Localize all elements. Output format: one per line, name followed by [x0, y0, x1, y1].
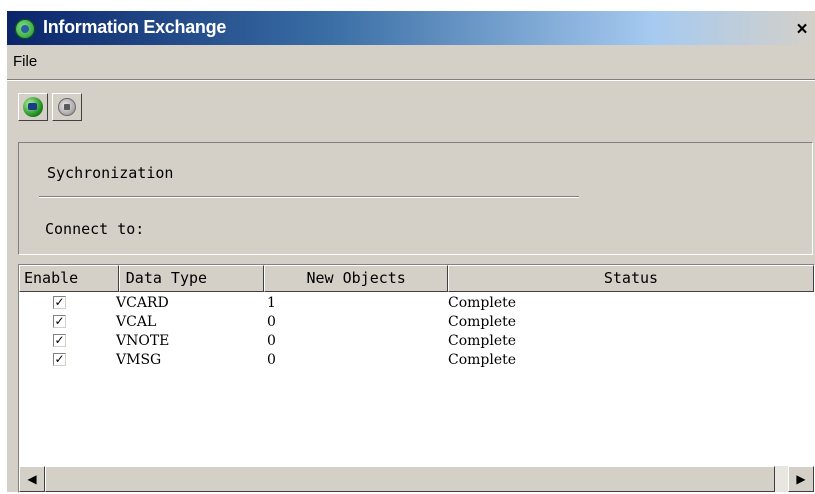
menu-file[interactable]: File	[13, 53, 37, 70]
new-objects-cell: 0	[267, 352, 276, 368]
stop-icon	[58, 98, 76, 116]
data-type-cell: VCARD	[116, 295, 169, 311]
column-header-enable[interactable]: Enable	[19, 265, 119, 292]
title-bar[interactable]: Information Exchange ×	[7, 11, 815, 45]
toolbar	[7, 80, 815, 141]
enable-checkbox[interactable]: ✓	[53, 296, 66, 309]
table-row[interactable]: ✓ VNOTE 0 Complete	[19, 332, 814, 351]
list-header: Enable Data Type New Objects Status	[19, 265, 814, 293]
data-type-list: Enable Data Type New Objects Status ✓ VC…	[18, 264, 815, 493]
list-rows: ✓ VCARD 1 Complete ✓ VCAL 0 Complete ✓ V…	[19, 294, 814, 370]
close-button[interactable]: ×	[791, 19, 813, 41]
sync-label: Sychronization	[47, 164, 174, 182]
connect-to-label: Connect to:	[45, 220, 145, 238]
data-type-cell: VNOTE	[116, 333, 170, 349]
table-row[interactable]: ✓ VCARD 1 Complete	[19, 294, 814, 313]
globe-go-icon	[23, 97, 43, 117]
table-row[interactable]: ✓ VMSG 0 Complete	[19, 351, 814, 370]
data-type-cell: VMSG	[116, 352, 162, 368]
new-objects-cell: 0	[267, 314, 276, 330]
window-title: Information Exchange	[43, 17, 227, 37]
scroll-left-button[interactable]: ◀	[19, 466, 45, 492]
status-cell: Complete	[448, 314, 517, 330]
column-header-status[interactable]: Status	[447, 265, 814, 292]
sync-divider	[39, 196, 579, 198]
connect-button[interactable]	[18, 93, 48, 121]
new-objects-cell: 0	[267, 333, 276, 349]
enable-checkbox[interactable]: ✓	[53, 334, 66, 347]
data-type-cell: VCAL	[116, 314, 157, 330]
enable-checkbox[interactable]: ✓	[53, 353, 66, 366]
status-cell: Complete	[448, 295, 517, 311]
stop-button[interactable]	[52, 93, 82, 121]
enable-checkbox[interactable]: ✓	[53, 315, 66, 328]
information-exchange-window: Information Exchange × File Sychronizati…	[6, 10, 815, 493]
column-header-new-objects[interactable]: New Objects	[264, 265, 448, 292]
column-header-data-type[interactable]: Data Type	[118, 265, 265, 292]
menu-bar: File	[7, 45, 815, 80]
scroll-right-button[interactable]: ▶	[788, 466, 814, 492]
new-objects-cell: 1	[267, 295, 276, 311]
app-icon	[15, 19, 35, 39]
scroll-thumb[interactable]	[45, 466, 775, 492]
table-row[interactable]: ✓ VCAL 0 Complete	[19, 313, 814, 332]
horizontal-scrollbar[interactable]: ◀ ▶	[19, 466, 814, 492]
sync-panel: Sychronization Connect to:	[18, 142, 813, 255]
status-cell: Complete	[448, 352, 517, 368]
status-cell: Complete	[448, 333, 517, 349]
